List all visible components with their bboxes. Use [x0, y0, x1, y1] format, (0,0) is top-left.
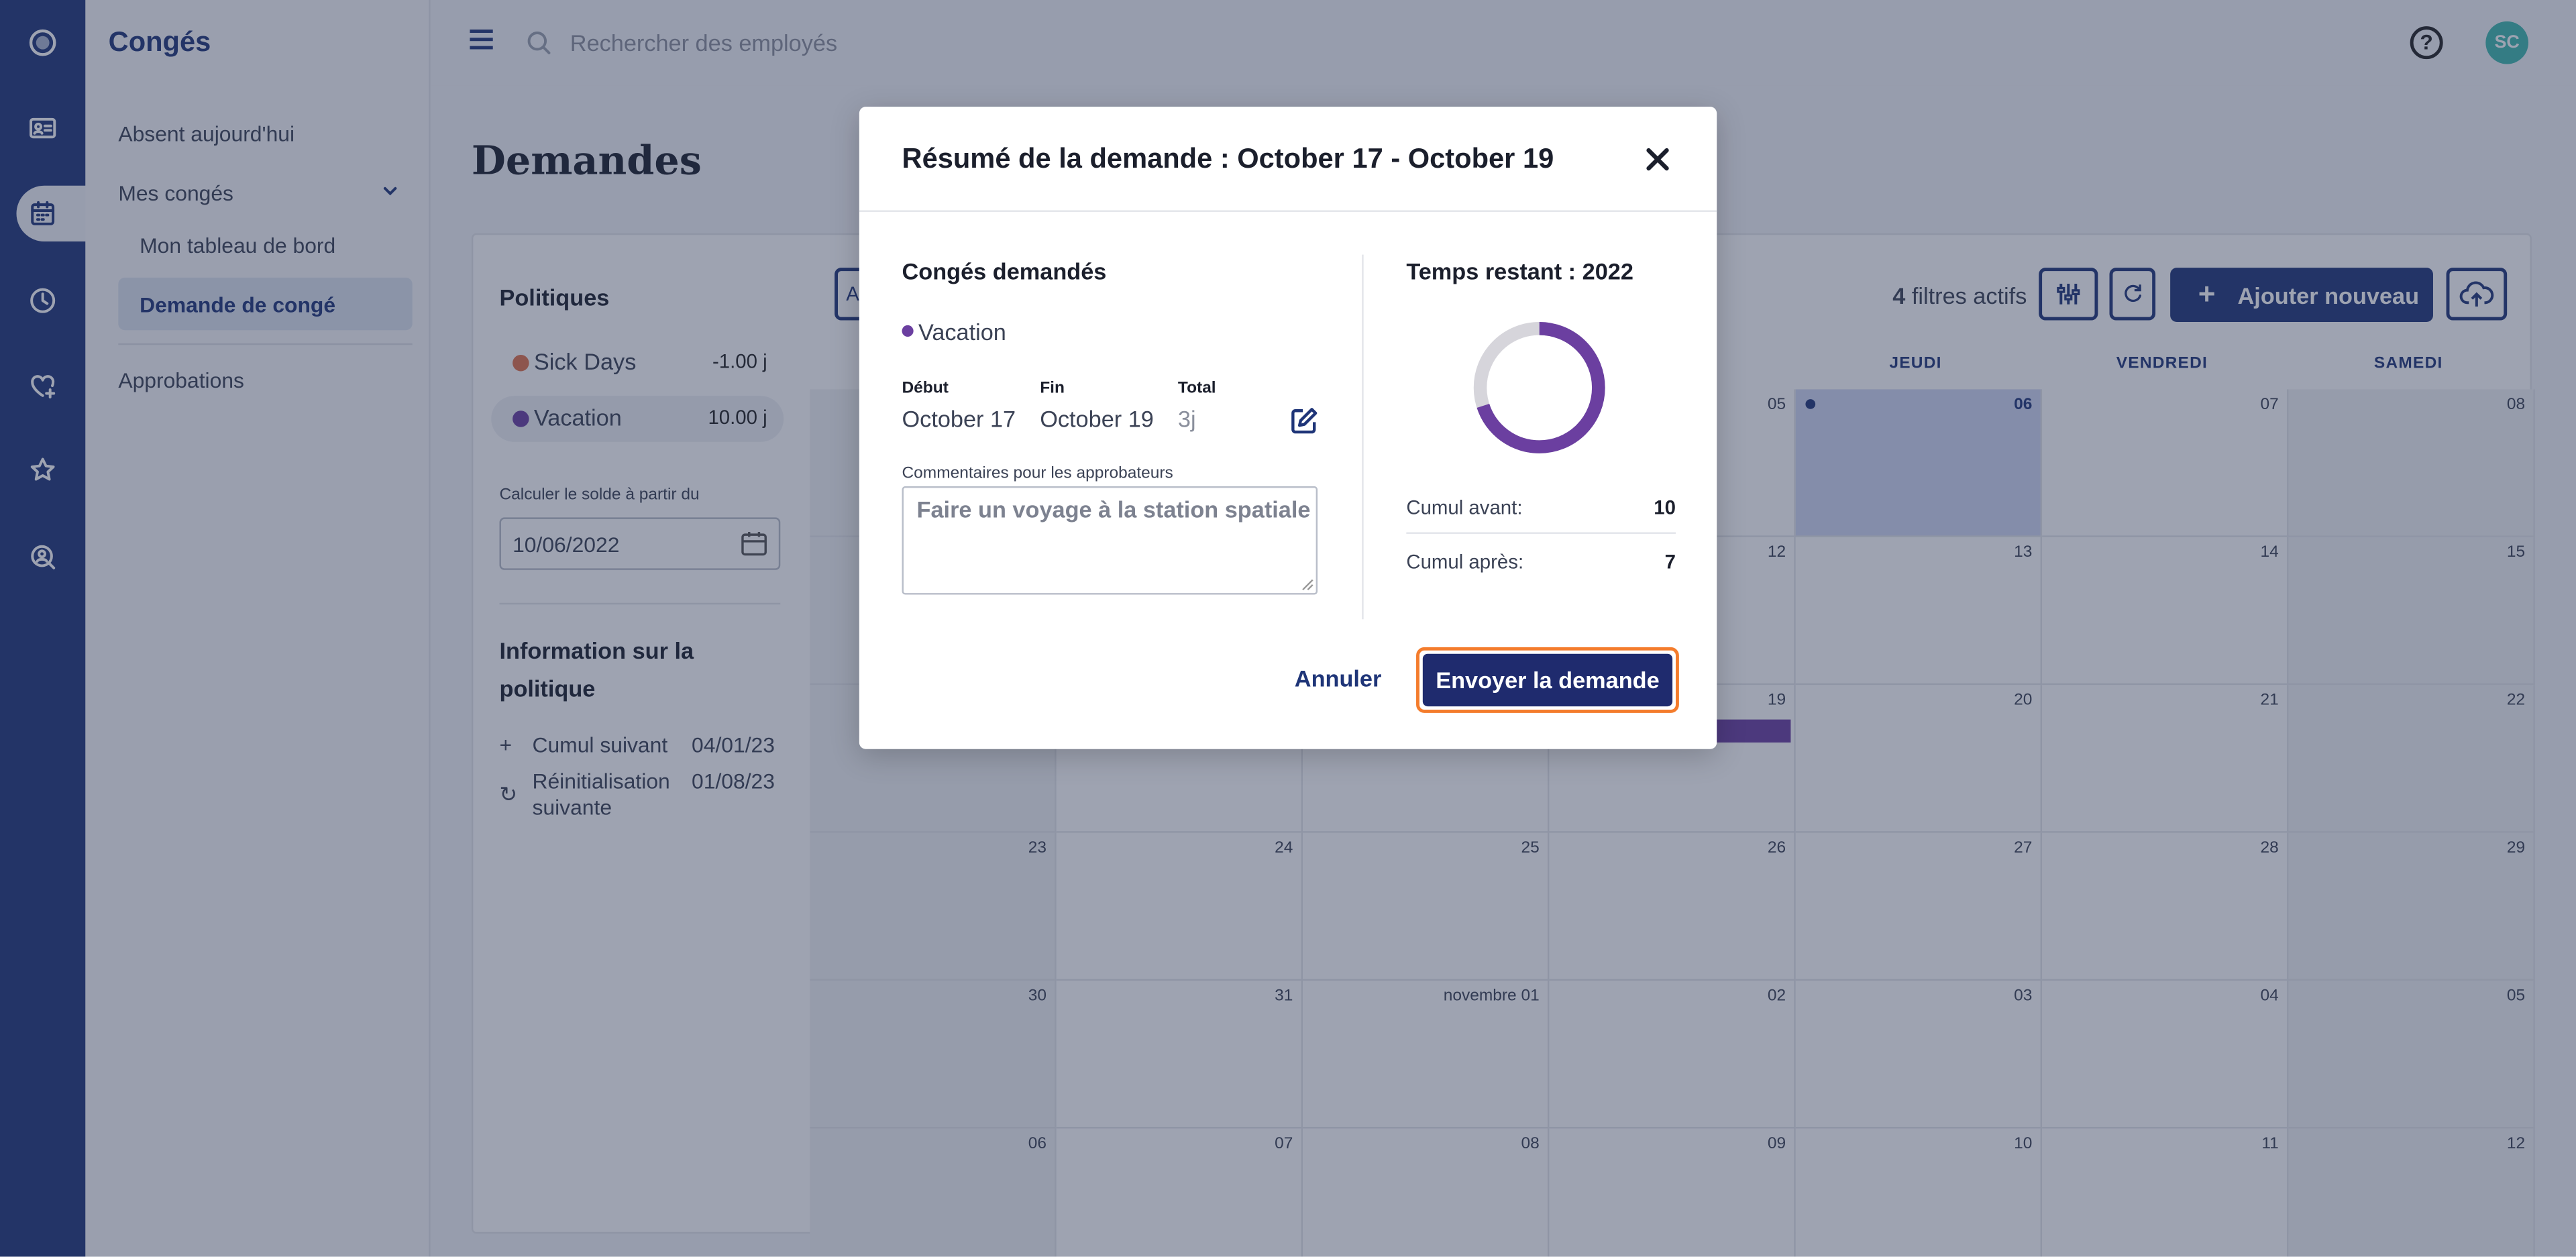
- modal-title: Résumé de la demande : October 17 - Octo…: [902, 143, 1554, 174]
- comments-label: Commentaires pour les approbateurs: [902, 465, 1173, 484]
- balance-after-label: Cumul après:: [1406, 550, 1524, 573]
- requested-leave-heading: Congés demandés: [902, 258, 1107, 284]
- resize-handle-icon[interactable]: [1301, 578, 1315, 592]
- end-value: October 19: [1040, 405, 1154, 433]
- balance-before-value: 10: [1654, 496, 1676, 519]
- end-label: Fin: [1040, 379, 1065, 398]
- close-button[interactable]: [1644, 146, 1677, 179]
- app-root: Congés Absent aujourd'hui Mes congés Mon…: [0, 0, 2576, 1257]
- balance-after-row: Cumul après: 7: [1406, 550, 1676, 573]
- edit-icon[interactable]: [1289, 406, 1319, 435]
- start-value: October 17: [902, 405, 1016, 433]
- balance-after-value: 7: [1664, 550, 1676, 573]
- submit-request-button[interactable]: Envoyer la demande: [1416, 647, 1679, 713]
- leave-policy-name: Vacation: [918, 319, 1006, 345]
- balance-before-row: Cumul avant: 10: [1406, 496, 1676, 519]
- submit-request-label: Envoyer la demande: [1422, 653, 1673, 707]
- total-value: 3j: [1177, 405, 1196, 433]
- total-label: Total: [1177, 379, 1216, 398]
- policy-color-dot: [902, 325, 914, 337]
- comments-value: Faire un voyage à la station spatiale: [916, 496, 1311, 523]
- request-summary-modal: Résumé de la demande : October 17 - Octo…: [859, 107, 1717, 749]
- divider: [1406, 532, 1676, 534]
- comments-textarea[interactable]: Faire un voyage à la station spatiale: [902, 486, 1318, 595]
- start-label: Début: [902, 379, 949, 398]
- modal-column-divider: [1362, 254, 1364, 620]
- remaining-time-heading: Temps restant : 2022: [1406, 258, 1633, 284]
- close-icon: [1646, 148, 1669, 171]
- balance-before-label: Cumul avant:: [1406, 496, 1523, 519]
- cancel-button[interactable]: Annuler: [1295, 665, 1382, 692]
- balance-donut-chart: [1473, 322, 1605, 453]
- leave-policy-tag: Vacation: [902, 319, 1006, 345]
- modal-header-divider: [859, 210, 1717, 212]
